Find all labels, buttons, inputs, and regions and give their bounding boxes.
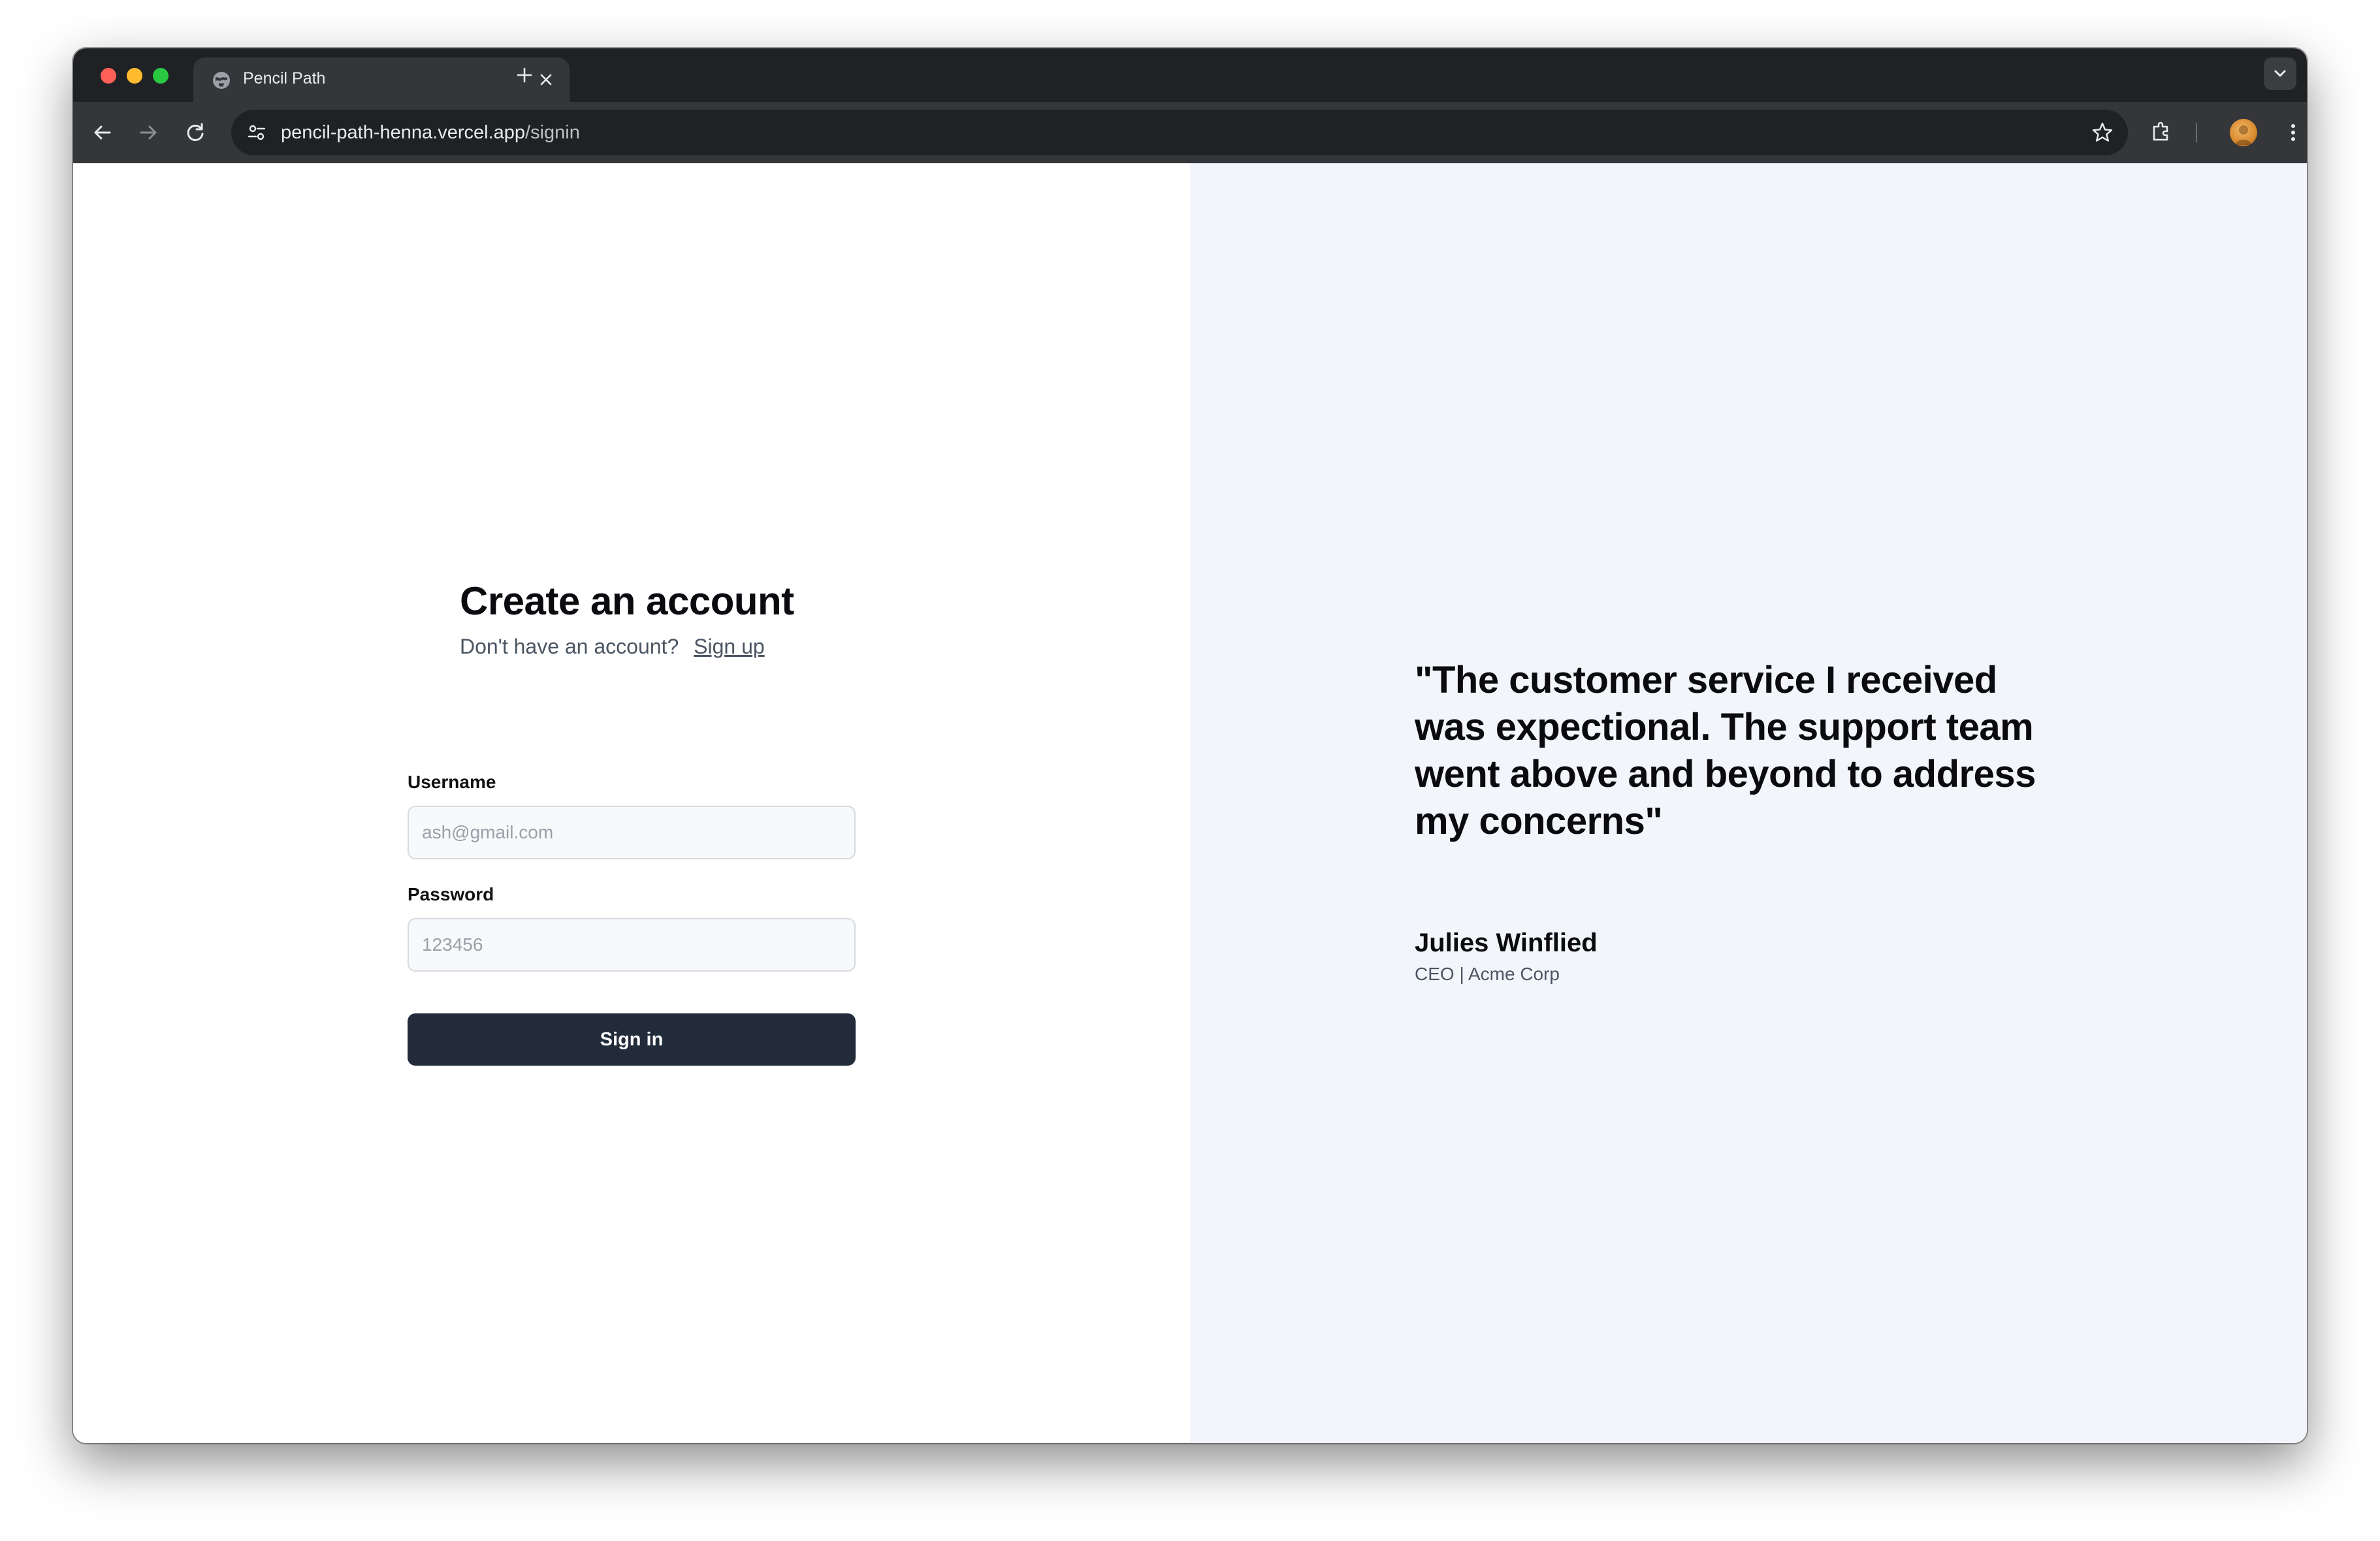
testimonial-author: Julies Winflied (1415, 929, 1598, 957)
browser-toolbar: pencil-path-henna.vercel.app/signin (73, 102, 2307, 163)
testimonial-quote: "The customer service I received was exp… (1415, 659, 2036, 842)
maximize-window-button[interactable] (153, 68, 169, 84)
close-window-button[interactable] (101, 68, 116, 84)
extensions-icon[interactable] (2146, 118, 2176, 148)
tab-title: Pencil Path (243, 69, 326, 87)
tab-search-button[interactable] (2264, 57, 2296, 90)
browser-window: Pencil Path pencil-path-henna.vercel.app… (73, 48, 2307, 1443)
url-host: pencil-path-henna.vercel.app (281, 122, 526, 143)
username-input[interactable] (408, 806, 856, 859)
signin-panel: Create an account Don't have an account?… (73, 163, 1190, 1443)
password-input[interactable] (408, 918, 856, 972)
url-text: pencil-path-henna.vercel.app/signin (281, 122, 580, 144)
page-title: Create an account (460, 579, 794, 623)
signup-prompt: Don't have an account? Sign up (460, 635, 765, 659)
signup-prompt-text: Don't have an account? (460, 635, 679, 658)
password-label: Password (408, 884, 494, 904)
profile-avatar[interactable] (2230, 119, 2257, 146)
testimonial-role: CEO | Acme Corp (1415, 964, 1560, 984)
url-path: /signin (525, 122, 580, 143)
site-settings-icon[interactable] (246, 121, 268, 144)
globe-icon (213, 72, 230, 89)
sign-up-link[interactable]: Sign up (694, 635, 765, 658)
star-icon[interactable] (2090, 120, 2115, 145)
username-label: Username (408, 772, 496, 792)
back-arrow-icon[interactable] (88, 118, 118, 148)
page-content: Create an account Don't have an account?… (73, 163, 2307, 1443)
reload-icon[interactable] (180, 118, 210, 148)
chevron-down-icon (2274, 70, 2286, 77)
plus-icon[interactable] (512, 63, 537, 87)
address-bar[interactable]: pencil-path-henna.vercel.app/signin (231, 110, 2128, 155)
forward-arrow-icon[interactable] (133, 118, 163, 148)
toolbar-separator (2196, 123, 2197, 142)
user-icon (2236, 125, 2251, 145)
more-options-icon[interactable] (2278, 118, 2307, 148)
close-icon[interactable] (538, 72, 554, 87)
sign-in-button[interactable]: Sign in (408, 1013, 856, 1066)
tab-strip: Pencil Path (73, 48, 2307, 102)
minimize-window-button[interactable] (127, 68, 142, 84)
